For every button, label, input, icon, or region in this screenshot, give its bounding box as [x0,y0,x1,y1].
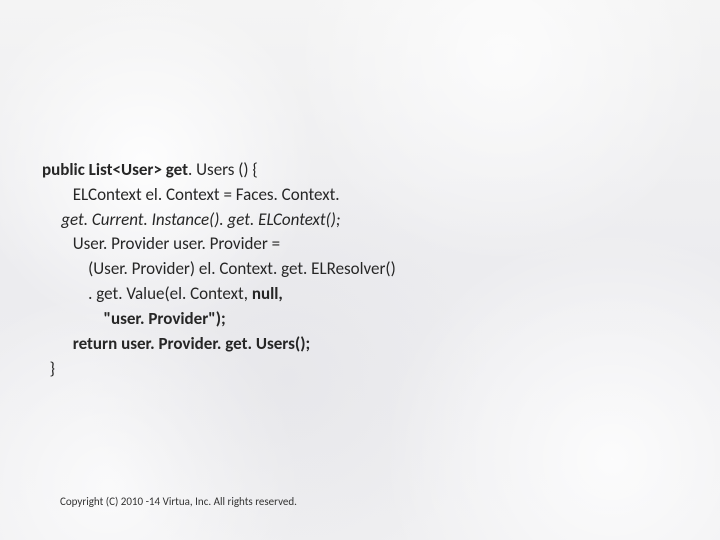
code-italic: get [42,209,84,230]
code-bold: "user [42,308,140,329]
code-text: (User. Provider) el [42,258,211,279]
code-line-9: } [42,357,680,382]
code-bold: . Provider. get. Users(); [150,333,310,354]
code-text: . Context = Faces. Context. [158,184,340,205]
code-text: . Context. get. ELResolver() [211,258,396,279]
code-text: . get [42,283,118,304]
code-line-8: return user. Provider. get. Users(); [42,332,680,357]
code-bold: return user [42,333,150,354]
code-line-4: User. Provider user. Provider = [42,232,680,257]
code-text: . Value(el. Context, [118,283,252,304]
code-line-5: (User. Provider) el. Context. get. ELRes… [42,257,680,282]
copyright-footer: Copyright (C) 2010 -14 Virtua, Inc. All … [60,495,297,508]
code-line-1: public List<User> get. Users () { [42,158,680,183]
code-bold: null, [252,283,283,304]
code-text: . Users () { [188,159,258,180]
code-bold: . Provider"); [140,308,226,329]
code-line-2: ELContext el. Context = Faces. Context. [42,183,680,208]
code-block: public List<User> get. Users () { ELCont… [42,158,680,381]
code-text: } [42,358,55,379]
code-italic: . Current. Instance(). get. ELContext(); [84,209,341,230]
code-line-6: . get. Value(el. Context, null, [42,282,680,307]
code-line-3: get. Current. Instance(). get. ELContext… [42,208,680,233]
code-text: ELContext el [42,184,158,205]
code-line-7: "user. Provider"); [42,307,680,332]
code-bold: public List<User> get [42,159,188,180]
code-text: . Provider = [201,233,280,254]
code-text: User. Provider user [42,233,201,254]
